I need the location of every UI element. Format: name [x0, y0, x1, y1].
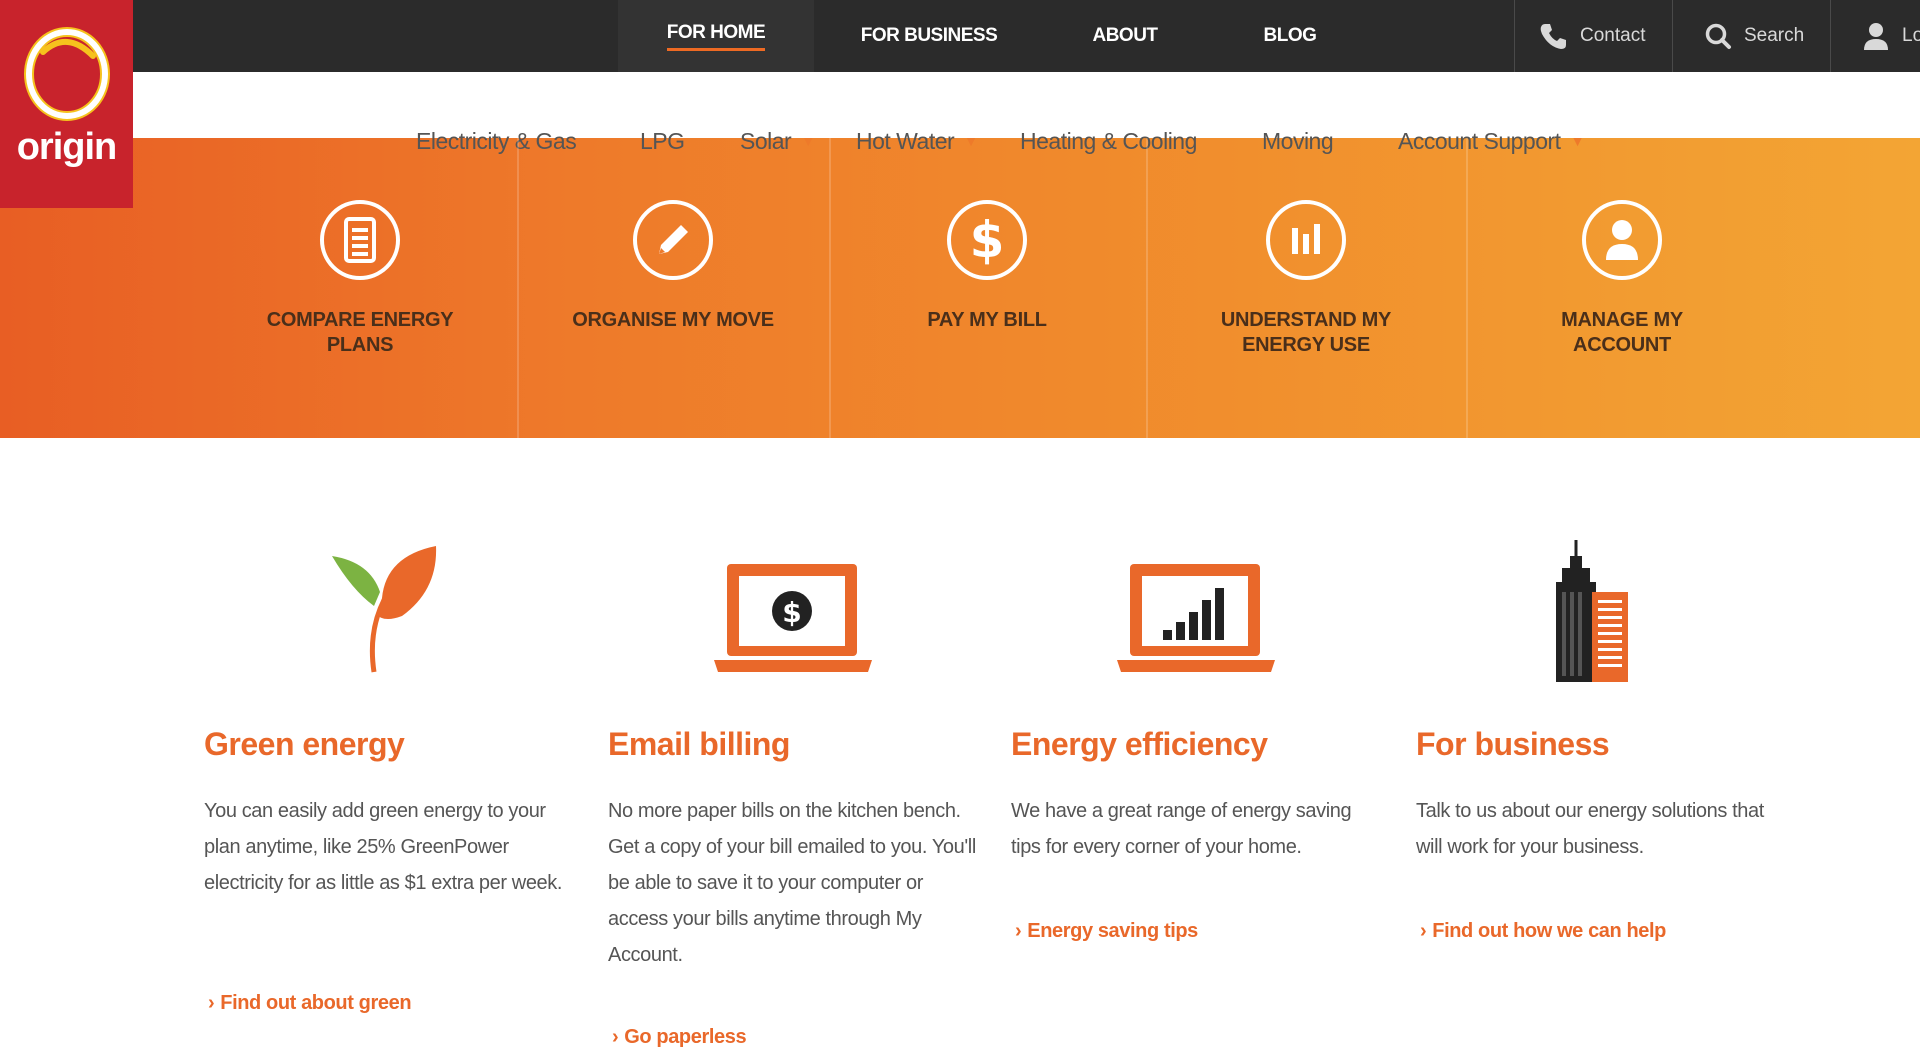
sub-nav-electricity-gas[interactable]: Electricity & Gas ▼	[416, 124, 600, 158]
tile-understand-my-energy-use[interactable]: UNDERSTAND MY ENERGY USE	[1156, 200, 1456, 400]
find-out-about-green-link[interactable]: › Find out about green	[208, 992, 412, 1015]
laptop-chart-icon	[1011, 540, 1391, 690]
chevron-down-icon: ▼	[1570, 133, 1585, 149]
sub-nav-solar[interactable]: Solar ▼	[740, 124, 815, 158]
top-nav-blog[interactable]: BLOG	[1220, 0, 1360, 72]
feature-text: No more paper bills on the kitchen bench…	[608, 800, 976, 966]
buildings-icon	[1416, 540, 1796, 690]
sub-nav-lpg[interactable]: LPG	[640, 124, 685, 158]
sub-nav-moving[interactable]: Moving	[1262, 124, 1334, 158]
tile-divider	[1146, 138, 1148, 438]
top-nav-label: BLOG	[1263, 25, 1317, 46]
laptop-dollar-icon: $	[608, 540, 988, 690]
user-icon	[1864, 23, 1888, 50]
chevron-down-icon: ▼	[801, 133, 815, 149]
link-label: Go paperless	[624, 1026, 747, 1048]
tile-divider	[829, 138, 831, 438]
sub-nav-label: Electricity & Gas	[416, 127, 577, 154]
sub-nav-label: Account Support	[1398, 127, 1561, 154]
find-out-how-we-can-help-link[interactable]: › Find out how we can help	[1420, 920, 1666, 943]
phone-icon	[1540, 24, 1566, 49]
sub-nav-label: Hot Water	[856, 127, 955, 154]
tile-label: MANAGE MY ACCOUNT	[1561, 309, 1683, 356]
go-paperless-link[interactable]: › Go paperless	[612, 1026, 747, 1049]
feature-energy-efficiency: Energy efficiency We have a great range …	[1011, 540, 1391, 865]
svg-text:$: $	[782, 596, 801, 629]
sub-nav-label: Moving	[1262, 127, 1334, 154]
top-bar-divider	[1830, 0, 1831, 72]
origin-ring-icon	[23, 27, 110, 121]
feature-title: Green energy	[204, 726, 405, 762]
tile-label: COMPARE ENERGY PLANS	[266, 309, 454, 356]
sub-nav-account-support[interactable]: Account Support ▼	[1398, 124, 1584, 158]
tile-manage-my-account[interactable]: MANAGE MY ACCOUNT	[1472, 200, 1772, 400]
origin-logo[interactable]: origin	[0, 0, 133, 208]
login-label: Lo	[1902, 25, 1920, 46]
top-nav-label: ABOUT	[1092, 25, 1158, 46]
svg-text:$: $	[970, 213, 1005, 267]
sub-nav-label: Solar	[740, 127, 792, 154]
document-list-icon	[320, 200, 400, 280]
feature-text: You can easily add green energy to your …	[204, 800, 563, 894]
top-bar-divider	[1672, 0, 1673, 72]
contact-link[interactable]: Contact	[1538, 0, 1645, 72]
contact-label: Contact	[1580, 25, 1646, 46]
feature-green-energy: Green energy You can easily add green en…	[204, 540, 584, 901]
sub-nav-hot-water[interactable]: Hot Water ▼	[856, 124, 978, 158]
sub-nav-label: LPG	[640, 127, 685, 154]
feature-email-billing: $ Email billing No more paper bills on t…	[608, 540, 988, 973]
link-label: Energy saving tips	[1027, 920, 1198, 942]
sub-nav-label: Heating & Cooling	[1020, 127, 1197, 154]
tile-compare-energy-plans[interactable]: COMPARE ENERGY PLANS	[210, 200, 510, 400]
feature-title: Email billing	[608, 726, 790, 762]
top-nav-about[interactable]: ABOUT	[1060, 0, 1190, 72]
link-label: Find out how we can help	[1432, 920, 1666, 942]
bar-chart-icon	[1266, 200, 1346, 280]
dollar-icon: $	[947, 200, 1027, 280]
tile-divider	[1466, 138, 1468, 438]
feature-text: Talk to us about our energy solutions th…	[1416, 800, 1764, 858]
tile-label: PAY MY BILL	[927, 309, 1047, 331]
chevron-right-icon: ›	[1420, 920, 1427, 942]
chevron-down-icon: ▼	[964, 133, 978, 149]
chevron-right-icon: ›	[1015, 920, 1022, 942]
link-label: Find out about green	[220, 992, 412, 1014]
top-nav-label: FOR BUSINESS	[860, 25, 998, 46]
tile-organise-my-move[interactable]: ORGANISE MY MOVE	[523, 200, 823, 400]
chevron-right-icon: ›	[208, 992, 215, 1014]
search-label: Search	[1744, 25, 1805, 46]
login-link[interactable]: Lo	[1862, 0, 1920, 72]
top-nav-for-home[interactable]: FOR HOME	[618, 0, 814, 72]
top-nav-label: FOR HOME	[666, 22, 766, 51]
feature-title: For business	[1416, 726, 1610, 762]
tile-label: ORGANISE MY MOVE	[572, 309, 774, 331]
top-bar-divider	[1514, 0, 1515, 72]
feature-title: Energy efficiency	[1011, 726, 1268, 762]
feature-text: We have a great range of energy saving t…	[1011, 800, 1352, 858]
tile-divider	[517, 138, 519, 438]
logo-wordmark: origin	[16, 126, 118, 168]
search-icon	[1705, 23, 1731, 49]
sub-nav-heating-cooling[interactable]: Heating & Cooling	[1020, 124, 1197, 158]
chevron-down-icon: ▼	[586, 133, 600, 149]
tile-label: UNDERSTAND MY ENERGY USE	[1220, 309, 1392, 356]
leaf-icon	[204, 540, 584, 690]
feature-for-business: For business Talk to us about our energy…	[1416, 540, 1796, 865]
energy-saving-tips-link[interactable]: › Energy saving tips	[1015, 920, 1198, 943]
top-nav-for-business[interactable]: FOR BUSINESS	[834, 0, 1024, 72]
tile-pay-my-bill[interactable]: $ PAY MY BILL	[837, 200, 1137, 400]
pencil-icon	[633, 200, 713, 280]
search-link[interactable]: Search	[1704, 0, 1804, 72]
person-icon	[1582, 200, 1662, 280]
chevron-right-icon: ›	[612, 1026, 619, 1048]
